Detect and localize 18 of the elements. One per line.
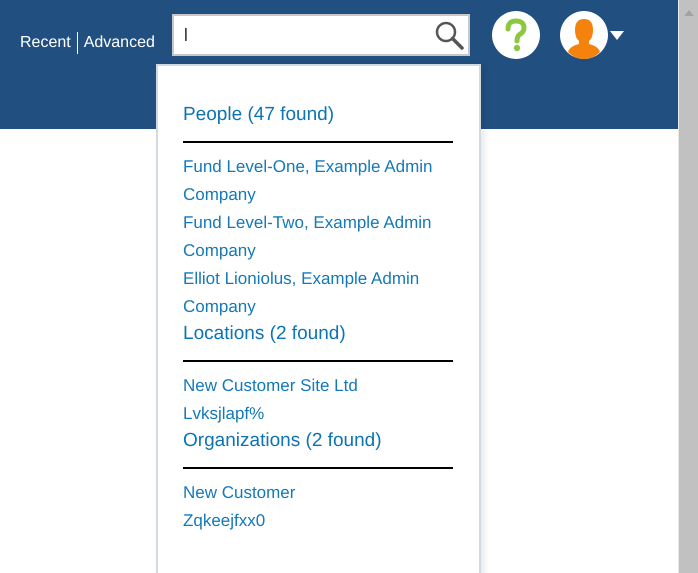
search-icon[interactable]: [434, 20, 464, 50]
result-group-heading: Locations (2 found): [183, 322, 347, 346]
search-result-link[interactable]: Lvksjlapf%: [183, 400, 453, 428]
search-result-link[interactable]: Elliot Lioniolus, Example Admin Company: [183, 265, 453, 321]
result-group-heading: People (47 found): [183, 103, 336, 127]
search-result-link[interactable]: Fund Level-Two, Example Admin Company: [183, 209, 453, 265]
search-field[interactable]: l: [172, 14, 470, 56]
search-result-link[interactable]: Zqkeejfxx0: [183, 507, 453, 535]
search-result-link[interactable]: New Customer: [183, 479, 453, 507]
scrollbar[interactable]: [678, 0, 698, 573]
search-result-link[interactable]: Fund Level-One, Example Admin Company: [183, 153, 453, 209]
search-result-link[interactable]: New Customer Site Ltd: [183, 372, 453, 400]
avatar-icon[interactable]: [560, 11, 608, 59]
nav-link[interactable]: Advanced: [84, 34, 155, 52]
caret-icon[interactable]: [610, 30, 624, 40]
help-icon[interactable]: [492, 11, 540, 59]
result-group-heading: Organizations (2 found): [183, 429, 383, 453]
nav-link[interactable]: Recent: [20, 34, 71, 52]
